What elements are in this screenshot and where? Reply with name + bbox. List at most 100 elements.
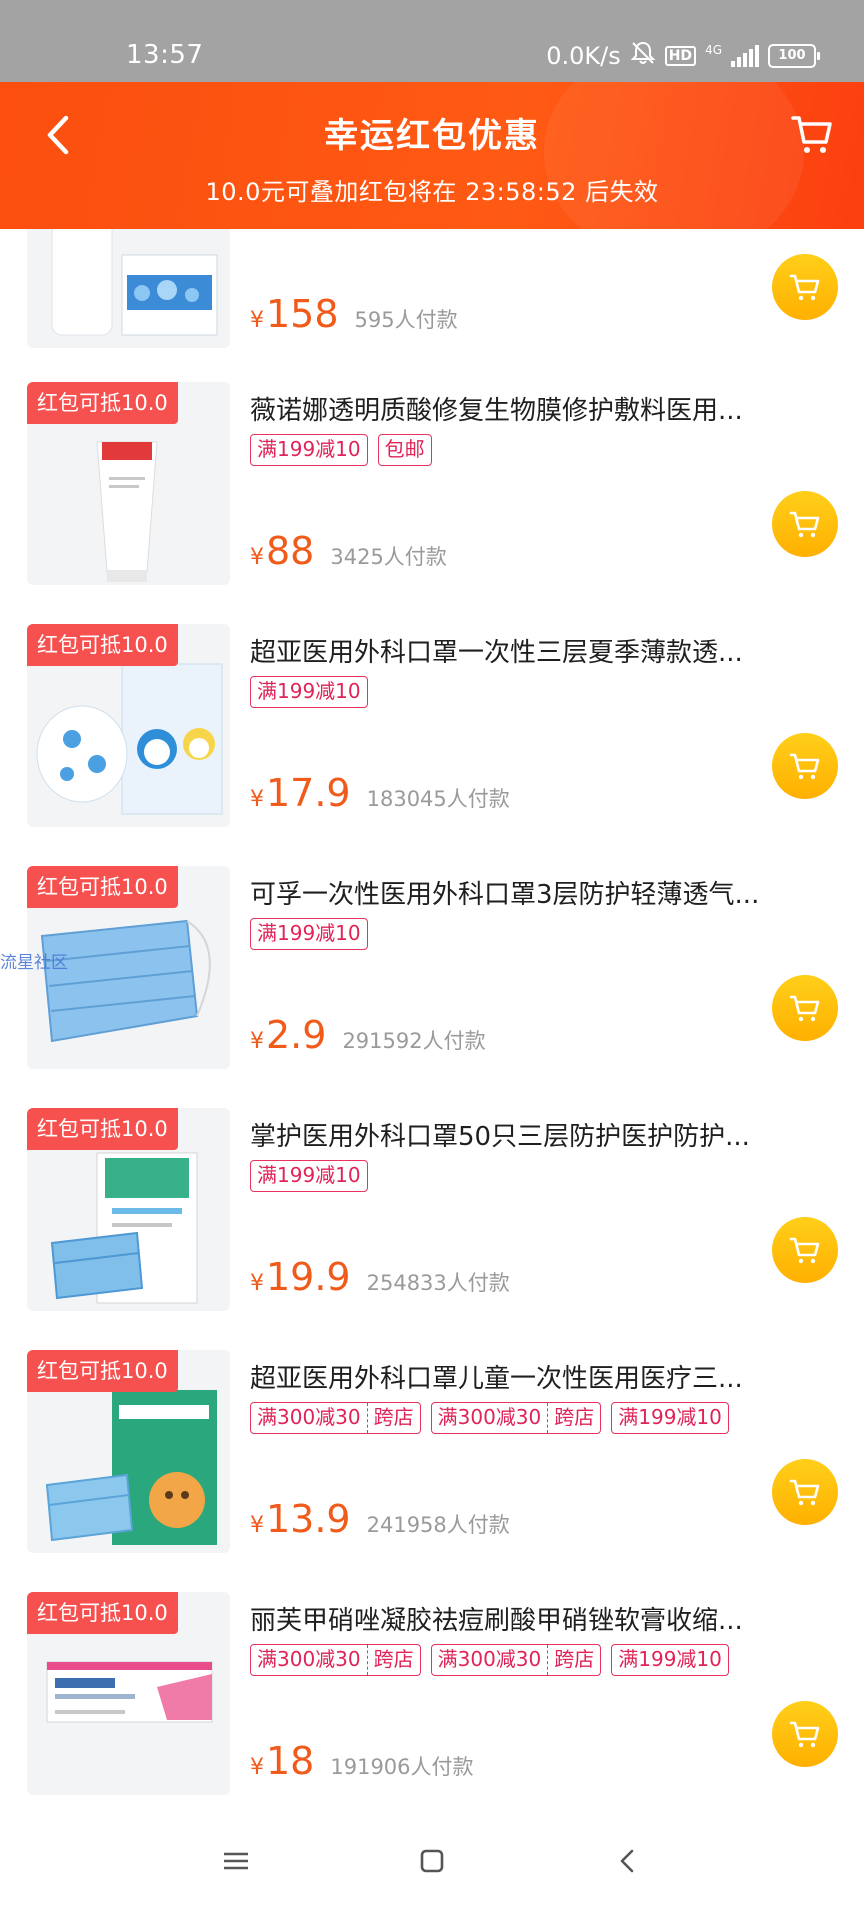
- home-button[interactable]: [416, 1846, 448, 1876]
- add-to-cart-button[interactable]: [772, 975, 838, 1041]
- back-triangle-icon: [620, 1849, 634, 1873]
- menu-button[interactable]: [220, 1846, 252, 1876]
- promo-tag: 满199减10: [611, 1402, 729, 1434]
- redpacket-badge: 红包可抵10.0: [27, 1350, 178, 1392]
- promo-tag: 满199减10: [611, 1644, 729, 1676]
- promo-tags: 满199减10: [250, 1160, 368, 1192]
- buyer-count: 254833人付款: [366, 1271, 510, 1295]
- product-title[interactable]: 超亚医用外科口罩儿童一次性医用医疗三...: [250, 1358, 840, 1395]
- mute-bell-icon: [630, 40, 656, 72]
- system-nav-bar: [0, 1802, 864, 1920]
- add-to-cart-button[interactable]: [772, 491, 838, 557]
- product-title[interactable]: 可孚一次性医用外科口罩3层防护轻薄透气...: [250, 874, 840, 911]
- price-amount: 13.9: [266, 1497, 351, 1541]
- shopping-cart-icon: [789, 995, 820, 1022]
- redpacket-badge: 红包可抵10.0: [27, 866, 178, 908]
- hd-badge: HD: [664, 46, 697, 66]
- product-card[interactable]: ¥ 158 595人付款: [0, 229, 864, 350]
- add-to-cart-button[interactable]: [772, 1701, 838, 1767]
- cross-store-tag: 满300减30 跨店: [250, 1402, 421, 1434]
- promo-tags: 满199减10: [250, 918, 368, 950]
- product-image: 红包可抵10.0: [27, 1592, 230, 1795]
- product-title[interactable]: 超亚医用外科口罩一次性三层夏季薄款透...: [250, 632, 840, 669]
- add-to-cart-button[interactable]: [772, 1217, 838, 1283]
- shopping-cart-icon: [789, 1721, 820, 1748]
- shopping-cart-icon: [789, 511, 820, 538]
- promo-tags: 满300减30 跨店 满300减30 跨店 满199减10: [250, 1402, 729, 1434]
- price-amount: 17.9: [266, 771, 351, 815]
- product-list[interactable]: ¥ 158 595人付款 红包可抵10.0 薇诺娜透明质酸修复生物膜修护敷料医用…: [0, 229, 864, 1802]
- signal-icon: [731, 45, 759, 67]
- product-title[interactable]: 薇诺娜透明质酸修复生物膜修护敷料医用...: [250, 390, 840, 427]
- product-card[interactable]: 红包可抵10.0 丽芙甲硝唑凝胶祛痘刷酸甲硝锉软膏收缩... 满300减30 跨店…: [0, 1592, 864, 1797]
- redpacket-badge: 红包可抵10.0: [27, 382, 178, 424]
- cross-store-tag: 满300减30 跨店: [430, 1644, 602, 1676]
- net-speed: 0.0K/s: [546, 42, 621, 70]
- status-indicators: 0.0K/s HD 4G 100: [546, 40, 820, 72]
- buyer-count: 183045人付款: [366, 787, 510, 811]
- promo-tags: 满199减10 包邮: [250, 434, 432, 466]
- shopping-cart-icon: [789, 274, 820, 301]
- cross-store-tag: 满300减30 跨店: [250, 1644, 421, 1676]
- menu-icon: [224, 1852, 248, 1870]
- price-amount: 2.9: [266, 1013, 327, 1057]
- promo-tag: 满199减10: [250, 676, 368, 708]
- add-to-cart-button[interactable]: [772, 254, 838, 320]
- shopping-cart-icon: [789, 1237, 820, 1264]
- status-time: 13:57: [126, 40, 204, 70]
- price-amount: 88: [266, 529, 315, 573]
- price: ¥ 13.9 241958人付款: [250, 1497, 510, 1541]
- buyer-count: 191906人付款: [330, 1755, 474, 1779]
- price: ¥ 19.9 254833人付款: [250, 1255, 510, 1299]
- product-card[interactable]: 红包可抵10.0 超亚医用外科口罩一次性三层夏季薄款透... 满199减10 ¥…: [0, 624, 864, 829]
- promo-tags: 满300减30 跨店 满300减30 跨店 满199减10: [250, 1644, 729, 1676]
- system-back-button[interactable]: [612, 1846, 644, 1876]
- product-card[interactable]: 红包可抵10.0 超亚医用外科口罩儿童一次性医用医疗三... 满300减30 跨店…: [0, 1350, 864, 1555]
- price: ¥ 88 3425人付款: [250, 529, 447, 573]
- page-title: 幸运红包优惠: [324, 116, 540, 156]
- redpacket-badge: 红包可抵10.0: [27, 624, 178, 666]
- countdown-text: 10.0元可叠加红包将在 23:58:52 后失效: [205, 178, 659, 206]
- network-type: 4G: [705, 43, 722, 57]
- status-bar: 13:57 0.0K/s HD 4G 100: [0, 0, 864, 82]
- app-header: 幸运红包优惠 10.0元可叠加红包将在 23:58:52 后失效: [0, 82, 864, 229]
- shopping-cart-icon: [791, 116, 832, 153]
- price-amount: 19.9: [266, 1255, 351, 1299]
- product-card[interactable]: 红包可抵10.0 可孚一次性医用外科口罩3层防护轻薄透气... 满199减10 …: [0, 866, 864, 1071]
- product-image: 红包可抵10.0: [27, 1350, 230, 1553]
- promo-tag: 满199减10: [250, 434, 368, 466]
- product-title[interactable]: 丽芙甲硝唑凝胶祛痘刷酸甲硝锉软膏收缩...: [250, 1600, 840, 1637]
- home-square-icon: [420, 1849, 444, 1873]
- redpacket-badge: 红包可抵10.0: [27, 1592, 178, 1634]
- shopping-cart-icon: [789, 753, 820, 780]
- add-to-cart-button[interactable]: [772, 733, 838, 799]
- promo-tag: 满199减10: [250, 1160, 368, 1192]
- promo-tags: 满199减10: [250, 676, 368, 708]
- promo-tag: 满199减10: [250, 918, 368, 950]
- price: ¥ 17.9 183045人付款: [250, 771, 510, 815]
- product-image: 红包可抵10.0: [27, 1108, 230, 1311]
- price: ¥ 158 595人付款: [250, 292, 458, 336]
- watermark: 流星社区: [0, 953, 68, 973]
- product-card[interactable]: 红包可抵10.0 掌护医用外科口罩50只三层防护医护防护... 满199减10 …: [0, 1108, 864, 1313]
- buyer-count: 291592人付款: [342, 1029, 486, 1053]
- shopping-cart-icon: [789, 1479, 820, 1506]
- price: ¥ 18 191906人付款: [250, 1739, 474, 1783]
- add-to-cart-button[interactable]: [772, 1459, 838, 1525]
- buyer-count: 241958人付款: [366, 1513, 510, 1537]
- buyer-count: 595人付款: [354, 308, 458, 332]
- promo-tag: 包邮: [377, 434, 432, 466]
- price-amount: 158: [266, 292, 339, 336]
- product-title[interactable]: 掌护医用外科口罩50只三层防护医护防护...: [250, 1116, 840, 1153]
- price-amount: 18: [266, 1739, 315, 1783]
- product-image: [27, 229, 230, 348]
- product-card[interactable]: 红包可抵10.0 薇诺娜透明质酸修复生物膜修护敷料医用... 满199减10 包…: [0, 382, 864, 587]
- cart-button[interactable]: [790, 112, 834, 156]
- cross-store-tag: 满300减30 跨店: [430, 1402, 602, 1434]
- price: ¥ 2.9 291592人付款: [250, 1013, 486, 1057]
- buyer-count: 3425人付款: [330, 545, 447, 569]
- battery-icon: 100: [768, 44, 820, 68]
- product-image: 红包可抵10.0: [27, 624, 230, 827]
- redpacket-badge: 红包可抵10.0: [27, 1108, 178, 1150]
- product-image: 红包可抵10.0: [27, 382, 230, 585]
